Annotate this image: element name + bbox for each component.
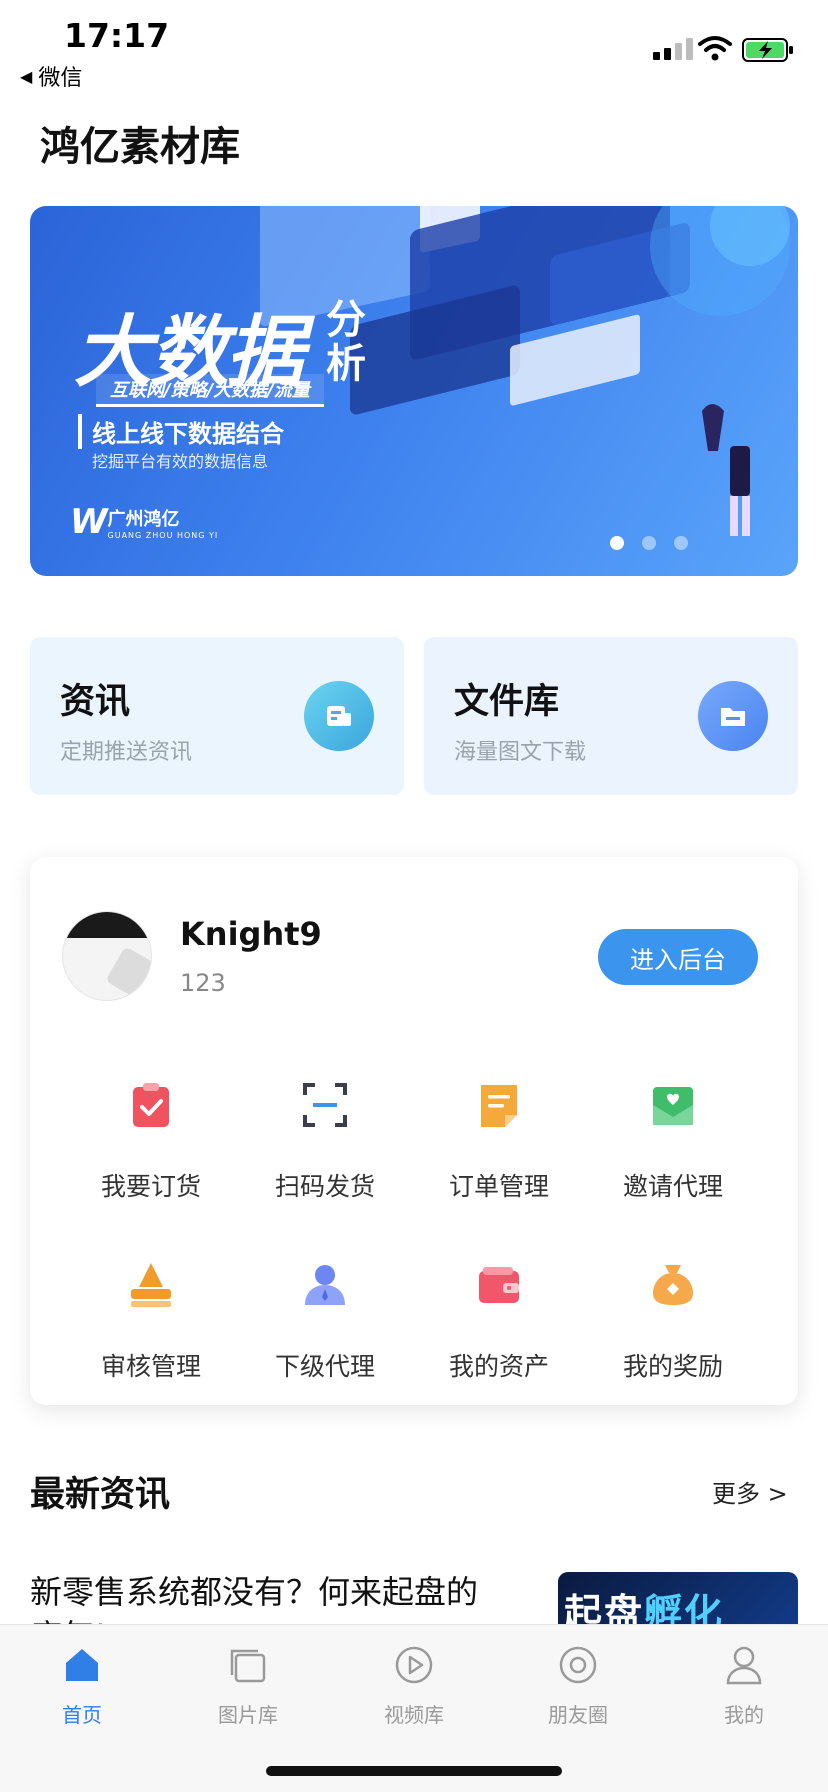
image-library-icon bbox=[230, 1649, 266, 1683]
feature-title: 资讯 bbox=[60, 682, 131, 722]
status-time: 17:17 bbox=[64, 16, 170, 55]
banner-logo: W 广州鸿亿 GUANG ZHOU HONG YI bbox=[70, 502, 218, 542]
carousel-dots bbox=[610, 536, 688, 550]
news-section-title: 最新资讯 bbox=[30, 1475, 171, 1515]
tab-label: 朋友圈 bbox=[548, 1703, 608, 1727]
action-label: 我要订货 bbox=[100, 1172, 201, 1201]
video-play-icon bbox=[395, 1646, 433, 1684]
status-bar: 17:17 ◀ 微信 bbox=[0, 0, 828, 95]
banner-subtitle: 线上线下数据结合 bbox=[78, 414, 284, 449]
action-label: 下级代理 bbox=[274, 1352, 375, 1381]
signal-icon bbox=[653, 38, 693, 60]
action-my-rewards[interactable]: 我的奖励 bbox=[586, 1237, 760, 1387]
order-list-icon bbox=[481, 1085, 517, 1127]
action-order-manage[interactable]: 订单管理 bbox=[412, 1057, 586, 1207]
user-name: Knight9 bbox=[180, 915, 322, 953]
battery-charging-icon bbox=[742, 38, 793, 62]
feature-title: 文件库 bbox=[454, 682, 560, 722]
feature-subtitle: 定期推送资讯 bbox=[60, 740, 193, 765]
action-invite-agent[interactable]: 邀请代理 bbox=[586, 1057, 760, 1207]
feature-card-files[interactable]: 文件库 海量图文下载 bbox=[424, 637, 798, 795]
tab-label: 首页 bbox=[62, 1703, 102, 1727]
tab-label: 图片库 bbox=[218, 1703, 278, 1727]
carousel-dot[interactable] bbox=[642, 536, 656, 550]
action-order-goods[interactable]: 我要订货 bbox=[64, 1057, 238, 1207]
action-my-assets[interactable]: 我的资产 bbox=[412, 1237, 586, 1387]
action-label: 邀请代理 bbox=[622, 1172, 723, 1201]
reward-bag-icon bbox=[653, 1265, 693, 1305]
action-label: 订单管理 bbox=[448, 1172, 549, 1201]
action-label: 我的奖励 bbox=[622, 1352, 723, 1381]
action-label: 审核管理 bbox=[100, 1352, 201, 1381]
carousel-dot[interactable] bbox=[610, 536, 624, 550]
banner-logo-en: GUANG ZHOU HONG YI bbox=[107, 530, 219, 540]
back-triangle-icon: ◀ bbox=[20, 66, 33, 86]
banner-tags: 互联网/策略/大数据/流量 bbox=[96, 374, 324, 407]
home-icon bbox=[66, 1649, 98, 1681]
wifi-icon bbox=[698, 36, 732, 61]
folder-icon bbox=[698, 681, 768, 751]
app-title: 鸿亿素材库 bbox=[40, 124, 240, 170]
news-icon bbox=[304, 681, 374, 751]
carousel-dot[interactable] bbox=[674, 536, 688, 550]
tab-home[interactable]: 首页 bbox=[22, 1643, 142, 1743]
banner-logo-cn: 广州鸿亿 bbox=[107, 508, 180, 530]
tab-video-library[interactable]: 视频库 bbox=[354, 1643, 474, 1743]
action-label: 我的资产 bbox=[448, 1352, 549, 1381]
tab-image-library[interactable]: 图片库 bbox=[188, 1643, 308, 1743]
moments-icon bbox=[559, 1646, 597, 1684]
agent-user-icon bbox=[305, 1265, 345, 1305]
action-label: 扫码发货 bbox=[274, 1172, 375, 1201]
tab-profile[interactable]: 我的 bbox=[684, 1643, 804, 1743]
user-id: 123 bbox=[180, 969, 226, 997]
home-indicator bbox=[266, 1766, 562, 1776]
news-more-link[interactable]: 更多 > bbox=[712, 1474, 788, 1509]
tab-label: 视频库 bbox=[384, 1703, 444, 1727]
feature-card-news[interactable]: 资讯 定期推送资讯 bbox=[30, 637, 404, 795]
avatar[interactable] bbox=[62, 911, 152, 1001]
action-review-manage[interactable]: 审核管理 bbox=[64, 1237, 238, 1387]
banner-carousel[interactable]: 大数据 分析 互联网/策略/大数据/流量 线上线下数据结合 挖掘平台有效的数据信… bbox=[30, 206, 798, 576]
enter-backend-button[interactable]: 进入后台 bbox=[598, 929, 758, 985]
back-to-wechat-link[interactable]: ◀ 微信 bbox=[20, 60, 82, 92]
action-sub-agents[interactable]: 下级代理 bbox=[238, 1237, 412, 1387]
feature-subtitle: 海量图文下载 bbox=[454, 740, 587, 765]
company-logo-icon: W bbox=[70, 502, 107, 542]
action-scan-ship[interactable]: 扫码发货 bbox=[238, 1057, 412, 1207]
invite-mail-icon bbox=[653, 1087, 693, 1125]
tab-label: 我的 bbox=[724, 1703, 764, 1727]
profile-icon bbox=[726, 1646, 762, 1685]
review-stamp-icon bbox=[131, 1263, 171, 1307]
banner-caption: 挖掘平台有效的数据信息 bbox=[92, 452, 269, 471]
user-panel: Knight9 123 进入后台 我要订货 扫码发货 订单管理 邀请代理 审核管… bbox=[30, 857, 798, 1405]
wallet-icon bbox=[479, 1267, 519, 1303]
scan-icon bbox=[303, 1083, 347, 1127]
banner-title-side: 分析 bbox=[326, 297, 366, 387]
tab-moments[interactable]: 朋友圈 bbox=[518, 1643, 638, 1743]
back-label: 微信 bbox=[38, 66, 83, 91]
order-clipboard-icon bbox=[133, 1083, 169, 1127]
